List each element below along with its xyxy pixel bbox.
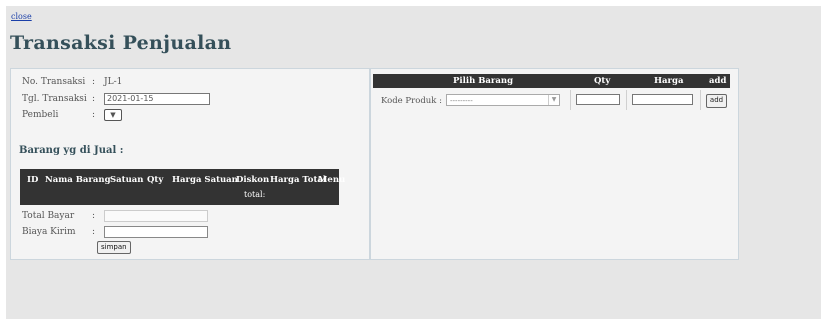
add-button[interactable]: add: [706, 94, 727, 108]
col-nama-barang: Nama Barang: [45, 175, 111, 185]
col-qty: Qty: [594, 76, 611, 86]
pembeli-label: Pembeli: [22, 110, 59, 120]
kode-produk-label: Kode Produk :: [381, 96, 442, 106]
col-satuan: Satuan: [110, 175, 144, 185]
harga-cell: [626, 90, 701, 110]
col-harga: Harga: [654, 76, 684, 86]
harga-input[interactable]: [632, 94, 693, 105]
col-id: ID: [27, 175, 39, 185]
total-label: total:: [244, 190, 266, 199]
tgl-transaksi-row: Tgl. Transaksi : 2021-01-15: [22, 93, 210, 105]
kode-produk-placeholder: ---------: [450, 97, 473, 105]
items-table-header: ID Nama Barang Satuan Qty Harga Satuan D…: [20, 169, 345, 205]
no-transaksi-row: No. Transaksi : JL-1: [22, 77, 122, 87]
kode-produk-cell: Kode Produk : --------- ▼: [373, 90, 571, 110]
biaya-kirim-label: Biaya Kirim: [22, 227, 76, 237]
picker-row: Kode Produk : --------- ▼ add: [373, 90, 730, 110]
colon: :: [92, 227, 96, 237]
total-bayar-field: [104, 210, 208, 222]
tgl-transaksi-label: Tgl. Transaksi: [22, 94, 87, 104]
colon: :: [92, 77, 96, 87]
biaya-kirim-row: Biaya Kirim :: [22, 226, 208, 238]
biaya-kirim-input[interactable]: [104, 226, 208, 238]
pembeli-select[interactable]: ▼: [104, 109, 122, 121]
add-cell: add: [700, 90, 730, 110]
product-picker-panel: Pilih Barang Qty Harga add Kode Produk :…: [370, 68, 739, 260]
col-add: add: [709, 76, 727, 86]
picker-header: Pilih Barang Qty Harga add: [373, 74, 730, 88]
qty-input[interactable]: [576, 94, 620, 105]
tgl-transaksi-input[interactable]: 2021-01-15: [104, 93, 210, 105]
page-title: Transaksi Penjualan: [10, 32, 232, 54]
sales-form-panel: No. Transaksi : JL-1 Tgl. Transaksi : 20…: [10, 68, 370, 260]
no-transaksi-label: No. Transaksi: [22, 77, 86, 87]
chevron-down-icon: ▼: [548, 95, 559, 105]
close-link[interactable]: close: [11, 12, 32, 21]
col-diskon: Diskon: [236, 175, 270, 185]
chevron-down-icon: ▼: [110, 111, 116, 119]
total-bayar-row: Total Bayar :: [22, 210, 208, 222]
col-menu: Menu: [318, 175, 346, 185]
colon: :: [92, 110, 96, 120]
col-pilih-barang: Pilih Barang: [453, 76, 514, 86]
qty-cell: [570, 90, 627, 110]
page-frame: close Transaksi Penjualan No. Transaksi …: [6, 6, 821, 319]
pembeli-row: Pembeli : ▼: [22, 109, 122, 121]
simpan-button[interactable]: simpan: [97, 241, 131, 254]
colon: :: [92, 94, 96, 104]
no-transaksi-value: JL-1: [104, 77, 123, 87]
colon: :: [92, 211, 96, 221]
col-qty: Qty: [147, 175, 164, 185]
kode-produk-select[interactable]: --------- ▼: [446, 94, 560, 106]
col-harga-satuan: Harga Satuan: [172, 175, 238, 185]
total-bayar-label: Total Bayar: [22, 211, 75, 221]
items-section-title: Barang yg di Jual :: [19, 145, 124, 156]
